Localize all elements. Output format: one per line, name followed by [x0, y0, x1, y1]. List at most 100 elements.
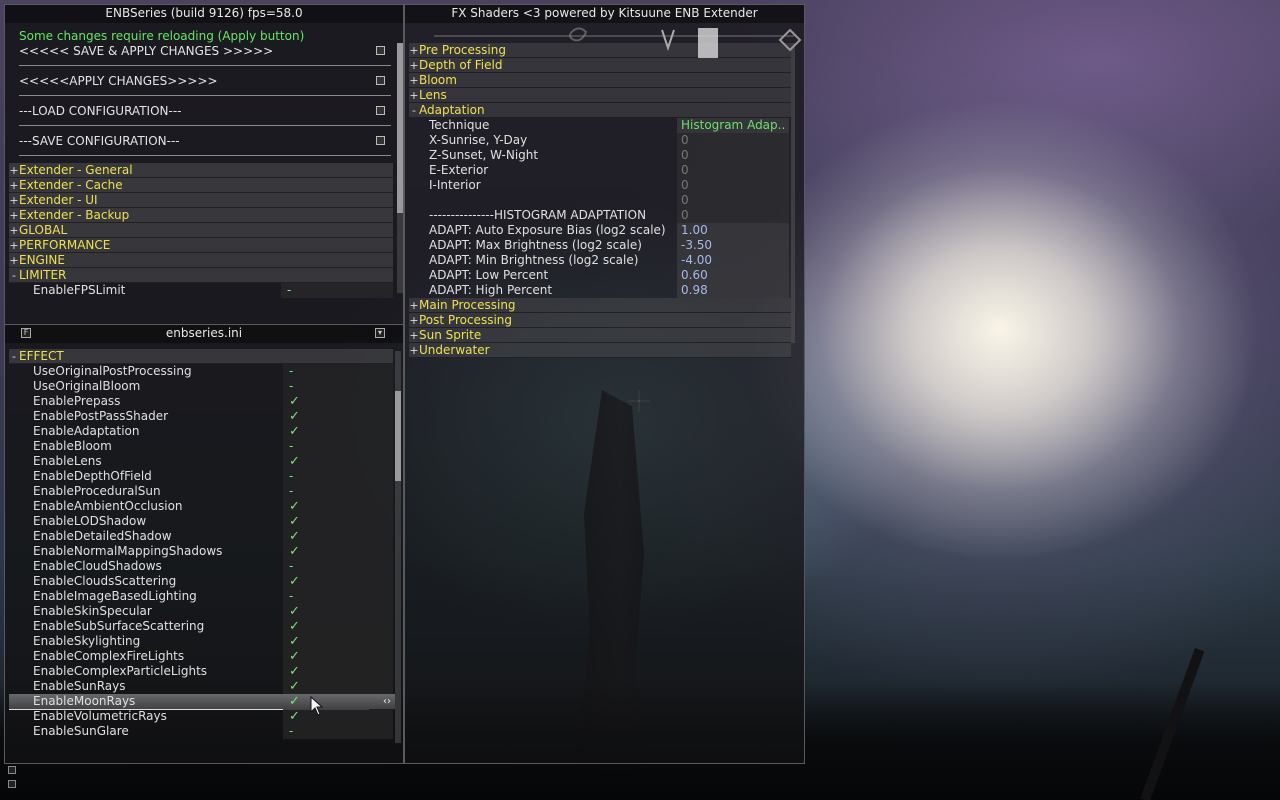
ini-param-row[interactable]: EnablePostPassShader ✓	[9, 409, 395, 424]
param-value[interactable]: 0	[677, 148, 789, 163]
param-value[interactable]: 0	[677, 163, 789, 178]
ini-param-row[interactable]: EnableDetailedShadow ✓	[9, 529, 395, 544]
ini-param-row[interactable]: EnableSubSurfaceScattering ✓	[9, 619, 395, 634]
expand-icon[interactable]: +	[409, 58, 419, 73]
ini-param-row[interactable]: EnableAdaptation ✓	[9, 424, 395, 439]
fx-param-row[interactable]: Z-Sunset, W-Night 0	[409, 148, 791, 163]
fx-param-row[interactable]: E-Exterior 0	[409, 163, 791, 178]
fx-param-row[interactable]: ADAPT: High Percent 0.98	[409, 283, 791, 298]
param-value[interactable]: ✓	[283, 649, 393, 664]
ini-param-row[interactable]: EnableCloudShadows -	[9, 559, 395, 574]
value-arrows-icon[interactable]: ‹›	[383, 694, 391, 709]
section-engine[interactable]: +ENGINE	[9, 253, 393, 268]
param-value[interactable]: ✓	[283, 514, 393, 529]
expand-icon[interactable]: +	[409, 43, 419, 58]
expand-icon[interactable]: +	[409, 298, 419, 313]
expand-icon[interactable]: +	[409, 343, 419, 358]
fx-window-title[interactable]: FX Shaders <3 powered by Kitsuune ENB Ex…	[405, 5, 804, 23]
param-value[interactable]: Histogram Adap..	[677, 118, 789, 133]
param-value[interactable]: 0.60	[677, 268, 789, 283]
fx-param-row[interactable]: X-Sunrise, Y-Day 0	[409, 133, 791, 148]
param-value[interactable]: ✓	[283, 679, 393, 694]
collapse-icon[interactable]: -	[9, 349, 19, 364]
expand-icon[interactable]: +	[9, 178, 19, 193]
save-apply-changes-button[interactable]: <<<<< SAVE & APPLY CHANGES >>>>>	[19, 43, 391, 59]
minimize-icon[interactable]: ▾	[375, 328, 385, 338]
fx-param-row[interactable]: ADAPT: Auto Exposure Bias (log2 scale) 1.…	[409, 223, 791, 238]
param-value[interactable]: ✓	[283, 424, 393, 439]
fx-param-row[interactable]: ADAPT: Min Brightness (log2 scale) -4.00	[409, 253, 791, 268]
ini-param-row[interactable]: UseOriginalPostProcessing -	[9, 364, 395, 379]
param-value[interactable]: 0.98	[677, 283, 789, 298]
apply-changes-checkbox[interactable]	[376, 76, 385, 85]
param-value[interactable]: 0	[677, 208, 789, 223]
expand-icon[interactable]: +	[9, 163, 19, 178]
param-value[interactable]: -	[283, 439, 393, 454]
ini-param-row[interactable]: EnableAmbientOcclusion ✓	[9, 499, 395, 514]
enbseries-window-title[interactable]: ENBSeries (build 9126) fps=58.0	[5, 5, 403, 23]
expand-icon[interactable]: +	[9, 238, 19, 253]
param-value[interactable]: -	[283, 364, 393, 379]
fx-param-row[interactable]: ADAPT: Max Brightness (log2 scale) -3.50	[409, 238, 791, 253]
fx-section[interactable]: +Lens	[409, 88, 791, 103]
param-value[interactable]: 0	[677, 178, 789, 193]
section-extender-cache[interactable]: +Extender - Cache	[9, 178, 393, 193]
ini-param-row[interactable]: EnableLODShadow ✓	[9, 514, 395, 529]
param-value[interactable]: -4.00	[677, 253, 789, 268]
expand-icon[interactable]: +	[9, 253, 19, 268]
param-value[interactable]: 0	[677, 133, 789, 148]
load-configuration-checkbox[interactable]	[376, 106, 385, 115]
apply-changes-button[interactable]: <<<<<APPLY CHANGES>>>>>	[19, 73, 391, 89]
ini-param-row[interactable]: EnableVolumetricRays ✓	[9, 709, 395, 724]
load-configuration-button[interactable]: ---LOAD CONFIGURATION---	[19, 103, 391, 119]
expand-icon[interactable]: +	[9, 193, 19, 208]
expand-icon[interactable]: +	[9, 223, 19, 238]
section-performance[interactable]: +PERFORMANCE	[9, 238, 393, 253]
param-value[interactable]: -	[283, 379, 393, 394]
fx-param-row[interactable]: Technique Histogram Adap..	[409, 118, 791, 133]
scrollbar[interactable]	[395, 351, 401, 743]
param-value[interactable]: -	[283, 589, 393, 604]
fx-section[interactable]: +Post Processing	[409, 313, 791, 328]
ini-param-row[interactable]: EnableNormalMappingShadows ✓	[9, 544, 395, 559]
section-extender-backup[interactable]: +Extender - Backup	[9, 208, 393, 223]
fx-section[interactable]: +Bloom	[409, 73, 791, 88]
ini-param-row[interactable]: EnableSkylighting ✓	[9, 634, 395, 649]
ini-param-row[interactable]: EnableDepthOfField -	[9, 469, 395, 484]
ini-param-row[interactable]: EnableBloom -	[9, 439, 395, 454]
param-value[interactable]: ✓	[283, 709, 393, 724]
expand-icon[interactable]: +	[409, 88, 419, 103]
ini-param-row[interactable]: EnableProceduralSun -	[9, 484, 395, 499]
section-global[interactable]: +GLOBAL	[9, 223, 393, 238]
section-limiter[interactable]: - LIMITER	[9, 268, 393, 283]
param-value[interactable]: ✓	[283, 499, 393, 514]
param-value[interactable]: ✓	[283, 394, 393, 409]
ini-param-row[interactable]: EnableLens ✓	[9, 454, 395, 469]
ini-param-row[interactable]: EnablePrepass ✓	[9, 394, 395, 409]
ini-param-row[interactable]: EnableMoonRays ✓ ‹›	[9, 694, 395, 710]
pin-icon[interactable]: F	[21, 328, 31, 338]
param-value[interactable]: -	[283, 724, 393, 739]
param-enable-fps-limit[interactable]: EnableFPSLimit -	[9, 283, 393, 298]
param-value[interactable]: ✓	[283, 664, 393, 679]
fx-section[interactable]: - Adaptation	[409, 103, 791, 118]
param-value[interactable]: -	[283, 469, 393, 484]
fx-section[interactable]: +Main Processing	[409, 298, 791, 313]
expand-icon[interactable]: +	[409, 313, 419, 328]
collapse-icon[interactable]: -	[9, 268, 19, 283]
param-value[interactable]: ✓	[283, 454, 393, 469]
param-value[interactable]: ✓	[283, 604, 393, 619]
param-value[interactable]: ✓	[283, 574, 393, 589]
status-icon[interactable]	[8, 780, 16, 788]
save-configuration-button[interactable]: ---SAVE CONFIGURATION---	[19, 133, 391, 149]
ini-param-row[interactable]: UseOriginalBloom -	[9, 379, 395, 394]
param-value[interactable]: ✓ ‹›	[283, 694, 393, 709]
ini-param-row[interactable]: EnableImageBasedLighting -	[9, 589, 395, 604]
ini-param-row[interactable]: EnableSunRays ✓	[9, 679, 395, 694]
param-value[interactable]: ✓	[283, 634, 393, 649]
fx-section[interactable]: +Sun Sprite	[409, 328, 791, 343]
collapse-icon[interactable]: -	[409, 103, 419, 118]
param-value[interactable]: 0	[677, 193, 789, 208]
save-apply-checkbox[interactable]	[376, 46, 385, 55]
scrollbar-thumb[interactable]	[395, 391, 401, 481]
